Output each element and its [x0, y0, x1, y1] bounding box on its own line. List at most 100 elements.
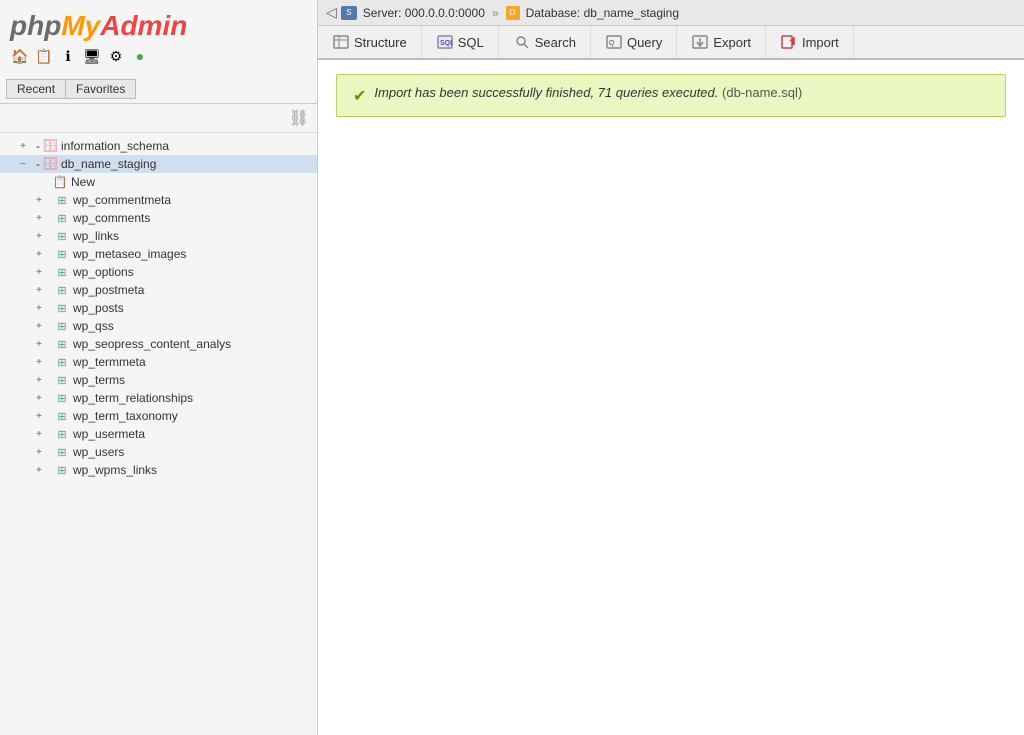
table-label-wp-seopress[interactable]: wp_seopress_content_analys: [73, 337, 231, 351]
import-icon: [780, 34, 798, 50]
table-grid-icon: ⊞: [54, 445, 70, 459]
search-label: Search: [535, 35, 576, 50]
structure-icon: [332, 34, 350, 50]
table-item-wp-term-relationships[interactable]: + ⊞ wp_term_relationships: [0, 389, 317, 407]
table-grid-icon: ⊞: [54, 247, 70, 261]
export-button[interactable]: Export: [677, 26, 766, 58]
table-item-wp-terms[interactable]: + ⊞ wp_terms: [0, 371, 317, 389]
structure-button[interactable]: Structure: [318, 26, 422, 58]
sidebar: phpMyAdmin 🏠 📋 ℹ 🖥 ⚙ ● Recent Favorites …: [0, 0, 318, 735]
sql-button[interactable]: SQL SQL: [422, 26, 499, 58]
table-item-wp-qss[interactable]: + ⊞ wp_qss: [0, 317, 317, 335]
logo-area: phpMyAdmin 🏠 📋 ℹ 🖥 ⚙ ●: [0, 0, 317, 77]
table-item-wp-comments[interactable]: + ⊞ wp_comments: [0, 209, 317, 227]
table-label-new[interactable]: New: [71, 175, 95, 189]
sql-icon: SQL: [436, 34, 454, 50]
search-icon: [513, 34, 531, 50]
database-tree: + - 🗄 information_schema − - 🗄 db_name_s…: [0, 133, 317, 735]
breadcrumb-arrow: ◁: [326, 4, 337, 21]
table-grid-icon: ⊞: [54, 211, 70, 225]
expand-icon: +: [20, 141, 36, 152]
table-label-wp-metaseo-images[interactable]: wp_metaseo_images: [73, 247, 186, 261]
table-item-wp-commentmeta[interactable]: + ⊞ wp_commentmeta: [0, 191, 317, 209]
plugin-icon[interactable]: ●: [130, 46, 150, 66]
content-area: ✔ Import has been successfully finished,…: [318, 60, 1024, 735]
table-grid-icon: ⊞: [54, 427, 70, 441]
table-label-wp-commentmeta[interactable]: wp_commentmeta: [73, 193, 171, 207]
breadcrumb-separator: »: [492, 6, 499, 20]
export-icon: [691, 34, 709, 50]
table-label-wp-term-relationships[interactable]: wp_term_relationships: [73, 391, 193, 405]
table-item-wp-posts[interactable]: + ⊞ wp_posts: [0, 299, 317, 317]
table-item-wp-seopress[interactable]: + ⊞ wp_seopress_content_analys: [0, 335, 317, 353]
success-message-box: ✔ Import has been successfully finished,…: [336, 74, 1006, 117]
db-item-information-schema[interactable]: + - 🗄 information_schema: [0, 137, 317, 155]
database-icon: D: [506, 6, 520, 20]
table-label-wp-links[interactable]: wp_links: [73, 229, 119, 243]
success-message-text: Import has been successfully finished, 7…: [374, 85, 718, 100]
home-icon[interactable]: 🏠: [10, 46, 30, 66]
table-label-wp-terms[interactable]: wp_terms: [73, 373, 125, 387]
expand-icon: −: [20, 159, 36, 170]
table-label-wp-usermeta[interactable]: wp_usermeta: [73, 427, 145, 441]
settings-icon[interactable]: ⚙: [106, 46, 126, 66]
table-label-wp-termmeta[interactable]: wp_termmeta: [73, 355, 146, 369]
table-label-wp-term-taxonomy[interactable]: wp_term_taxonomy: [73, 409, 178, 423]
toolbar: Structure SQL SQL Search: [318, 26, 1024, 60]
table-label-wp-comments[interactable]: wp_comments: [73, 211, 150, 225]
svg-text:Q: Q: [609, 40, 615, 47]
main-content: ◁ S Server: 000.0.0.0:0000 » D Database:…: [318, 0, 1024, 735]
table-item-wp-termmeta[interactable]: + ⊞ wp_termmeta: [0, 353, 317, 371]
table-label-wp-postmeta[interactable]: wp_postmeta: [73, 283, 144, 297]
table-item-wp-term-taxonomy[interactable]: + ⊞ wp_term_taxonomy: [0, 407, 317, 425]
sql-label: SQL: [458, 35, 484, 50]
table-grid-icon: ⊞: [54, 409, 70, 423]
table-label-wp-qss[interactable]: wp_qss: [73, 319, 114, 333]
db-cylinder-icon-staging: 🗄: [42, 157, 58, 171]
chain-icon[interactable]: ⛓: [289, 110, 309, 127]
svg-text:SQL: SQL: [440, 40, 453, 47]
table-grid-icon: ⊞: [54, 229, 70, 243]
search-button[interactable]: Search: [499, 26, 591, 58]
link-icon-area: ⛓: [0, 104, 317, 133]
table-item-wp-metaseo-images[interactable]: + ⊞ wp_metaseo_images: [0, 245, 317, 263]
server-icon: S: [341, 6, 357, 20]
table-grid-icon: ⊞: [54, 283, 70, 297]
table-icon-small[interactable]: 📋: [34, 46, 54, 66]
logo: phpMyAdmin: [10, 10, 307, 42]
table-label-wp-wpms-links[interactable]: wp_wpms_links: [73, 463, 157, 477]
table-item-wp-usermeta[interactable]: + ⊞ wp_usermeta: [0, 425, 317, 443]
success-text: Import has been successfully finished, 7…: [374, 85, 802, 100]
table-label-wp-posts[interactable]: wp_posts: [73, 301, 124, 315]
table-label-wp-options[interactable]: wp_options: [73, 265, 134, 279]
import-button[interactable]: Import: [766, 26, 854, 58]
breadcrumb: ◁ S Server: 000.0.0.0:0000 » D Database:…: [318, 0, 1024, 26]
db-label-db-name-staging[interactable]: db_name_staging: [61, 157, 156, 171]
table-item-wp-links[interactable]: + ⊞ wp_links: [0, 227, 317, 245]
table-item-new[interactable]: 📋 New: [0, 173, 317, 191]
monitor-icon[interactable]: 🖥: [82, 46, 102, 66]
table-item-wp-users[interactable]: + ⊞ wp_users: [0, 443, 317, 461]
table-item-wp-options[interactable]: + ⊞ wp_options: [0, 263, 317, 281]
table-item-wp-wpms-links[interactable]: + ⊞ wp_wpms_links: [0, 461, 317, 479]
info-icon[interactable]: ℹ: [58, 46, 78, 66]
recent-tab[interactable]: Recent: [6, 79, 65, 99]
recent-favorites-tabs: Recent Favorites: [0, 77, 317, 104]
favorites-tab[interactable]: Favorites: [65, 79, 136, 99]
query-icon: Q: [605, 34, 623, 50]
import-label: Import: [802, 35, 839, 50]
db-item-db-name-staging[interactable]: − - 🗄 db_name_staging: [0, 155, 317, 173]
table-grid-icon: ⊞: [54, 463, 70, 477]
table-grid-icon: ⊞: [54, 265, 70, 279]
table-grid-icon: ⊞: [54, 337, 70, 351]
db-label-information-schema[interactable]: information_schema: [61, 139, 169, 153]
new-table-icon: 📋: [52, 175, 68, 189]
export-label: Export: [713, 35, 751, 50]
query-label: Query: [627, 35, 662, 50]
table-grid-icon: ⊞: [54, 301, 70, 315]
structure-label: Structure: [354, 35, 407, 50]
query-button[interactable]: Q Query: [591, 26, 677, 58]
success-checkmark-icon: ✔: [353, 86, 366, 106]
table-label-wp-users[interactable]: wp_users: [73, 445, 124, 459]
table-item-wp-postmeta[interactable]: + ⊞ wp_postmeta: [0, 281, 317, 299]
